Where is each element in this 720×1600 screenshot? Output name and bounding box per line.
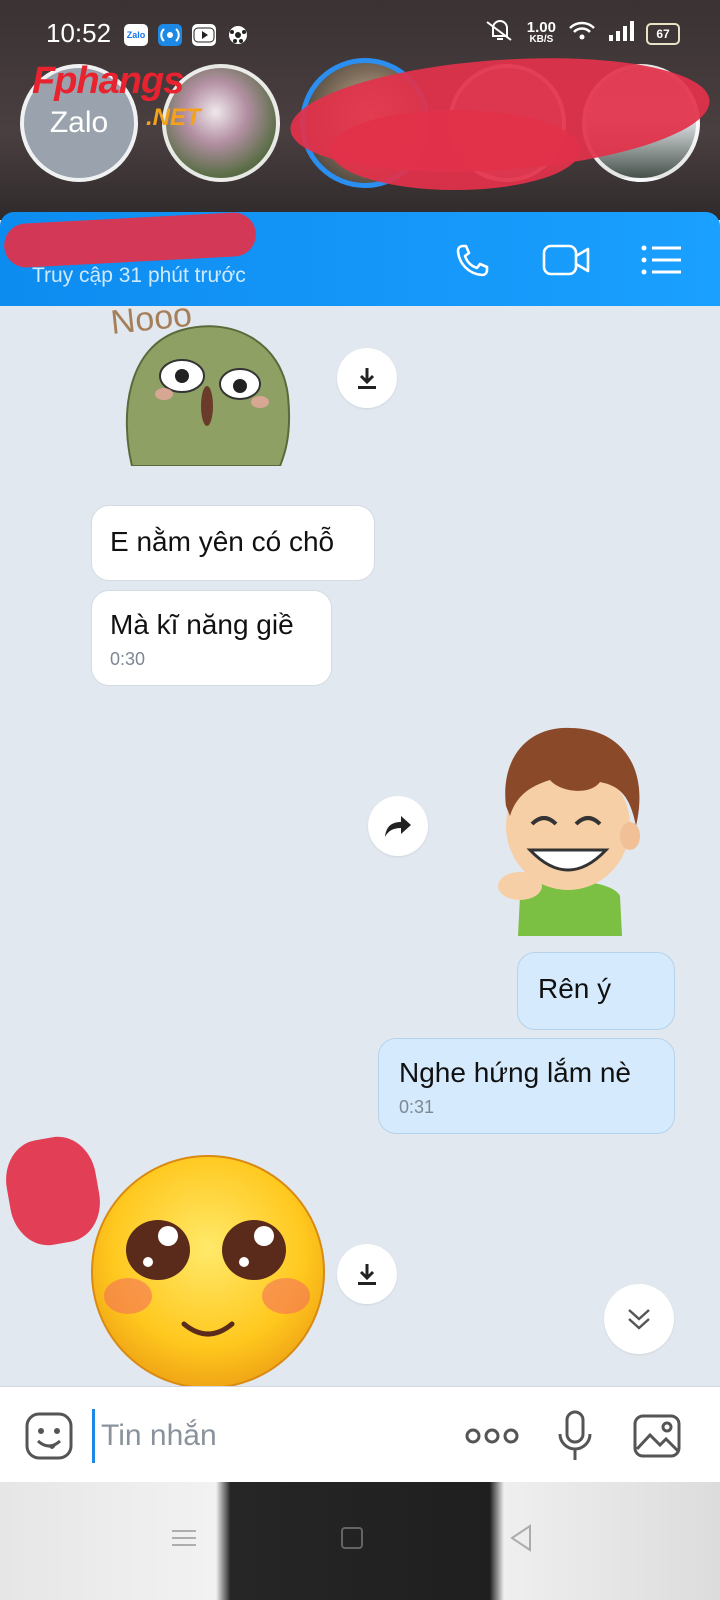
menu-list-icon[interactable]: [636, 240, 686, 280]
recent-apps-icon[interactable]: [168, 1522, 200, 1554]
incoming-message[interactable]: E nằm yên có chỗ: [91, 505, 375, 581]
emoji-sticker-icon[interactable]: [22, 1409, 76, 1463]
share-arrow-icon: [385, 816, 411, 837]
phone-icon[interactable]: [448, 240, 498, 280]
zalo-logo-text: Zalo: [49, 106, 109, 139]
message-list[interactable]: Nooo E nằm yên có chỗ Mà kĩ năng giề 0:3…: [0, 296, 720, 1389]
battery-indicator: 67: [646, 22, 680, 45]
share-sticker-button[interactable]: [368, 796, 428, 856]
incoming-message[interactable]: Mà kĩ năng giề 0:30: [91, 590, 332, 686]
contact-name-redacted: [3, 211, 257, 269]
video-call-icon[interactable]: [542, 240, 592, 280]
double-chevron-down-icon: [628, 1309, 650, 1330]
sticker-message[interactable]: [470, 716, 670, 936]
status-time: 10:52: [46, 18, 112, 48]
hotspot-notification-icon: [158, 24, 182, 46]
mute-icon: [485, 18, 515, 49]
chat-header: Truy cập 31 phút trước: [0, 211, 720, 306]
status-right-group: 1.00 KB/S 67: [485, 18, 680, 49]
watermark-logo-net: .NET: [146, 104, 201, 131]
laughing-boy-sticker-icon: [498, 727, 640, 936]
network-speed-value: 1.00: [526, 18, 556, 36]
scroll-to-bottom-button[interactable]: [604, 1284, 674, 1354]
youtube-notification-icon: [192, 24, 216, 46]
message-text: E nằm yên có chỗ: [110, 526, 335, 557]
download-sticker-button[interactable]: [337, 1244, 397, 1304]
message-composer: [0, 1386, 720, 1483]
wifi-icon: [568, 20, 596, 47]
blushing-emoji-sticker-icon: [91, 1155, 325, 1389]
system-navigation-bar: [0, 1482, 720, 1600]
message-input[interactable]: [92, 1409, 463, 1463]
back-icon[interactable]: [506, 1522, 538, 1554]
more-options-icon[interactable]: [464, 1409, 520, 1463]
message-text: Mà kĩ năng giề: [110, 609, 294, 640]
sticker-message[interactable]: [90, 1154, 326, 1389]
download-icon: [358, 368, 376, 389]
soccer-notification-icon: [226, 24, 250, 46]
download-sticker-button[interactable]: [337, 348, 397, 408]
network-speed: 1.00 KB/S: [526, 18, 556, 46]
download-icon: [358, 1264, 376, 1285]
outgoing-message[interactable]: Rên ý: [517, 952, 675, 1030]
signal-icon: [608, 20, 634, 47]
message-text: Rên ý: [538, 973, 612, 1004]
image-gallery-icon[interactable]: [630, 1409, 684, 1463]
redaction-scribble: [330, 110, 580, 190]
outgoing-message[interactable]: Nghe hứng lắm nè 0:31: [378, 1038, 675, 1134]
message-time: 0:30: [110, 649, 146, 669]
nooo-cactus-sticker-icon: Nooo: [109, 296, 291, 467]
watermark-logo: Fphangs: [32, 60, 184, 102]
zalo-notification-icon: Zalo: [124, 24, 148, 46]
message-text: Nghe hứng lắm nè: [399, 1057, 631, 1088]
home-icon[interactable]: [336, 1522, 368, 1554]
network-speed-unit: KB/S: [529, 33, 554, 45]
message-time: 0:31: [399, 1097, 435, 1117]
sticker-message[interactable]: Nooo: [109, 296, 302, 467]
microphone-icon[interactable]: [548, 1409, 602, 1463]
last-seen-status: Truy cập 31 phút trước: [32, 264, 246, 287]
